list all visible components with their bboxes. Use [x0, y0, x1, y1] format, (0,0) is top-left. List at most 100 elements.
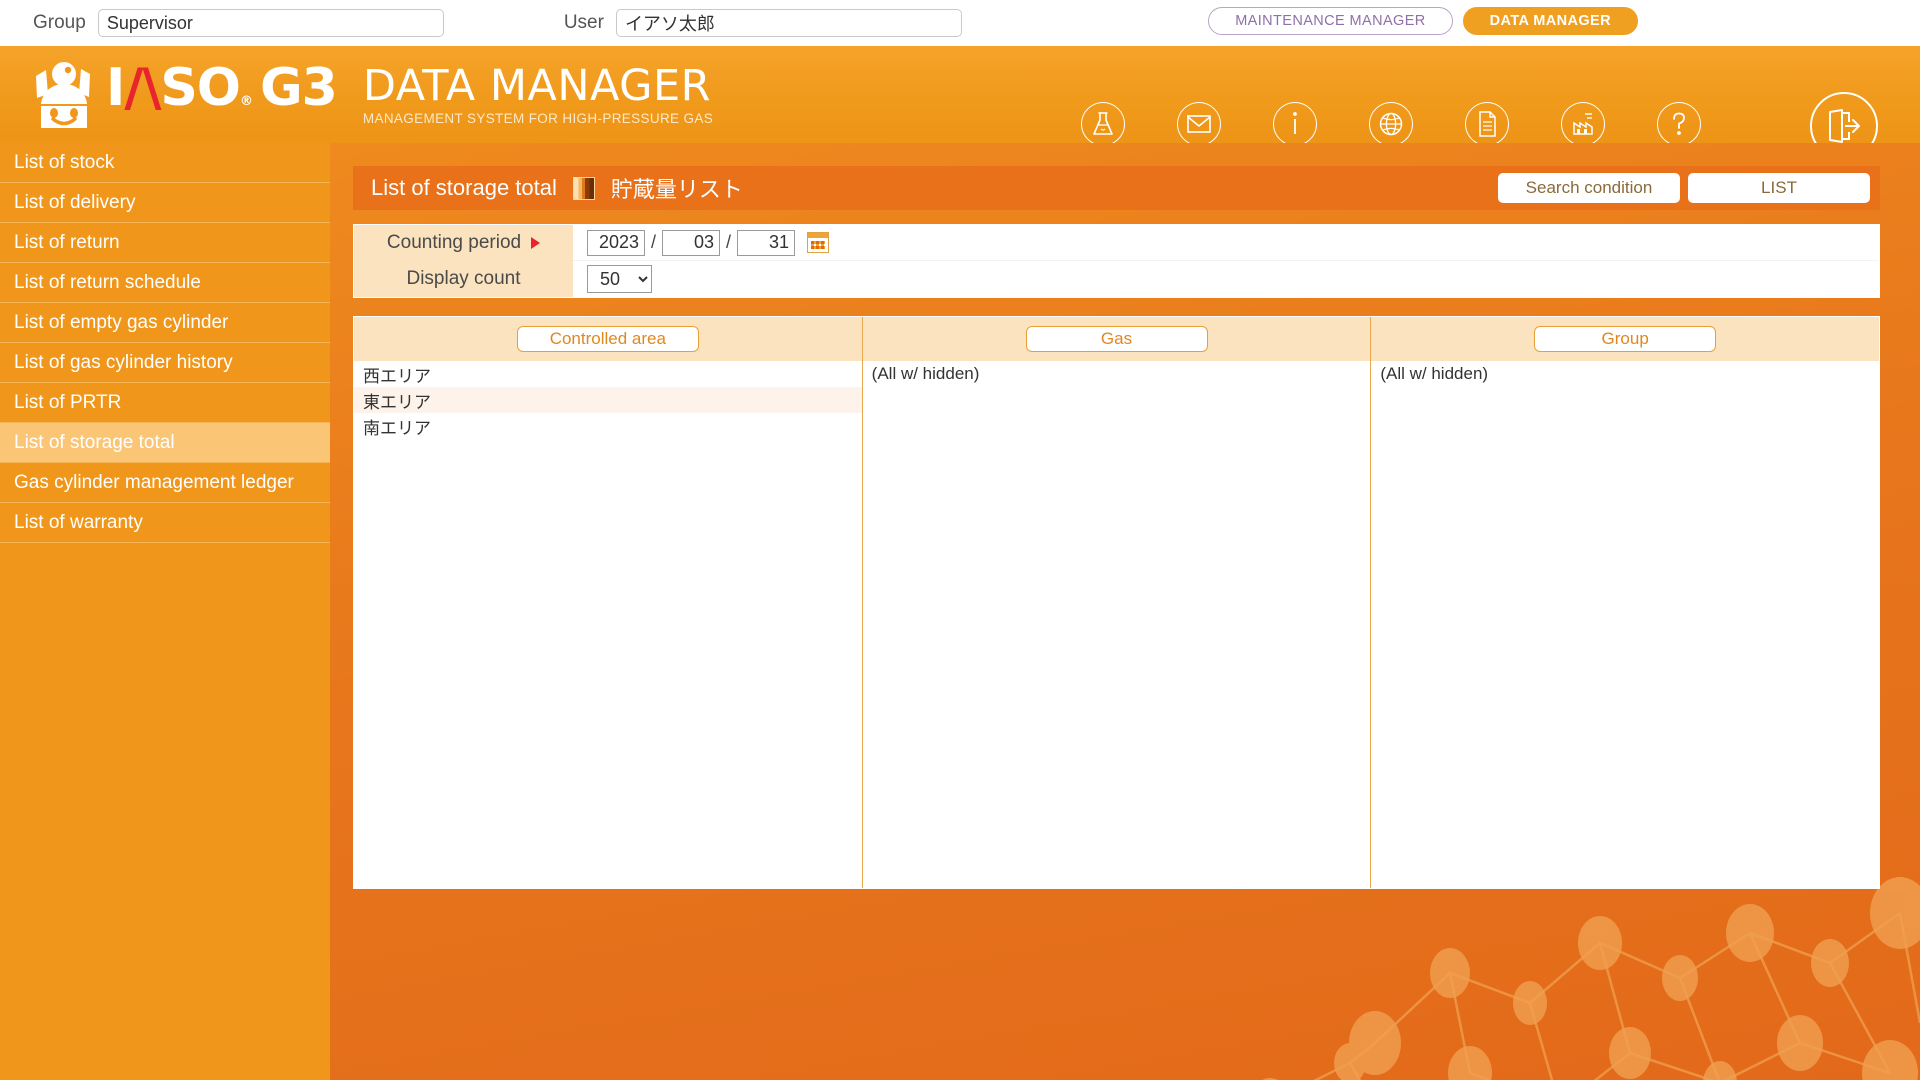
sidebar-item-list-of-warranty[interactable]: List of warranty — [0, 503, 330, 543]
header-button-sds[interactable]: SDS — [1439, 102, 1535, 143]
sidebar-item-label: List of empty gas cylinder — [14, 312, 228, 334]
header-button-info[interactable]: INFO — [1247, 102, 1343, 143]
question-icon — [1657, 102, 1701, 143]
sidebar-item-gas-cylinder-management-ledger[interactable]: Gas cylinder management ledger — [0, 463, 330, 503]
sidebar-item-list-of-empty-gas-cylinder[interactable]: List of empty gas cylinder — [0, 303, 330, 343]
info-icon — [1273, 102, 1317, 143]
list-button[interactable]: LIST — [1688, 173, 1870, 203]
search-condition-button[interactable]: Search condition — [1498, 173, 1680, 203]
page-title-jp: 貯蔵量リスト — [611, 172, 743, 204]
header-icon-bar: R7 MESSAGE INFO — [1055, 102, 1727, 143]
app-logo[interactable]: I/\SO®G3 — [28, 60, 337, 130]
document-icon — [1465, 102, 1509, 143]
header-button-help[interactable]: HELP — [1631, 102, 1727, 143]
sidebar-item-list-of-storage-total[interactable]: List of storage total — [0, 423, 330, 463]
sidebar-item-list-of-return-schedule[interactable]: List of return schedule — [0, 263, 330, 303]
role-switcher: MAINTENANCE MANAGER DATA MANAGER — [1208, 7, 1638, 35]
logo-wordmark: I/\SO®G3 — [106, 61, 337, 129]
header-button-prtr[interactable]: PRTR — [1535, 102, 1631, 143]
counting-period-label-cell: Counting period — [354, 225, 573, 261]
counting-period-month-input[interactable] — [662, 230, 720, 256]
sidebar-item-list-of-gas-cylinder-history[interactable]: List of gas cylinder history — [0, 343, 330, 383]
sidebar-item-list-of-prtr[interactable]: List of PRTR — [0, 383, 330, 423]
top-account-bar: Group User MAINTENANCE MANAGER DATA MANA… — [0, 0, 1920, 46]
sidebar-item-label: List of stock — [14, 152, 114, 174]
logo-slash: /\ — [124, 61, 160, 115]
display-count-row: Display count 102050100 — [354, 261, 1879, 297]
group-label: Group — [33, 12, 86, 34]
counting-period-row: Counting period / / — [354, 225, 1879, 261]
logout-door-arrow-icon — [1824, 108, 1864, 143]
header-button-message[interactable]: MESSAGE — [1151, 102, 1247, 143]
sidebar-item-list-of-return[interactable]: List of return — [0, 223, 330, 263]
results-table-body: 西エリア東エリア南エリア(All w/ hidden)(All w/ hidde… — [354, 361, 1879, 888]
calendar-icon[interactable] — [807, 232, 829, 253]
sidebar-item-label: List of gas cylinder history — [14, 352, 233, 374]
flask-icon — [1081, 102, 1125, 143]
sidebar-item-list-of-delivery[interactable]: List of delivery — [0, 183, 330, 223]
display-count-value-cell: 102050100 — [573, 265, 652, 293]
sidebar-item-list-of-stock[interactable]: List of stock — [0, 143, 330, 183]
logo-registered-mark: ® — [240, 75, 252, 129]
display-count-select[interactable]: 102050100 — [587, 265, 652, 293]
globe-icon — [1369, 102, 1413, 143]
column-header-cell: Group — [1371, 317, 1879, 361]
sidebar-item-label: List of PRTR — [14, 392, 121, 414]
red-triangle-required-icon — [531, 237, 540, 249]
sidebar-nav: List of stock List of delivery List of ret… — [0, 143, 330, 1080]
table-column: (All w/ hidden) — [1371, 361, 1879, 888]
main-content: List of storage total 貯蔵量リスト Search cond… — [330, 143, 1920, 1080]
sidebar-item-label: List of return schedule — [14, 272, 201, 294]
counting-period-day-input[interactable] — [737, 230, 795, 256]
counting-period-year-input[interactable] — [587, 230, 645, 256]
role-maintenance-manager[interactable]: MAINTENANCE MANAGER — [1208, 7, 1452, 35]
page-title-bar: List of storage total 貯蔵量リスト Search cond… — [353, 166, 1880, 210]
sidebar-item-label: Gas cylinder management ledger — [14, 472, 294, 494]
logo-so: SO — [160, 61, 240, 115]
group-input[interactable] — [98, 9, 444, 37]
page-subtitle: MANAGEMENT SYSTEM FOR HIGH-PRESSURE GAS — [363, 111, 713, 126]
sidebar-item-label: List of warranty — [14, 512, 143, 534]
column-header-cell: Controlled area — [354, 317, 863, 361]
app-header: I/\SO®G3 DATA MANAGER MANAGEMENT SYSTEM … — [0, 46, 1920, 143]
table-row[interactable]: (All w/ hidden) — [1371, 361, 1879, 387]
title-divider-icon — [573, 177, 595, 200]
column-header-cell: Gas — [863, 317, 1372, 361]
column-header-controlled-area[interactable]: Controlled area — [517, 326, 699, 352]
header-button-ghs[interactable]: GHS — [1343, 102, 1439, 143]
page-title-en: List of storage total — [371, 175, 557, 201]
table-row[interactable]: (All w/ hidden) — [863, 361, 1371, 387]
user-label: User — [564, 12, 604, 34]
search-form: Counting period / / Display count — [353, 224, 1880, 298]
page-title: DATA MANAGER — [363, 63, 713, 109]
display-count-label: Display count — [406, 268, 520, 290]
sidebar-item-label: List of return — [14, 232, 120, 254]
header-button-r7[interactable]: R7 — [1055, 102, 1151, 143]
logout-button[interactable] — [1810, 92, 1878, 143]
iaso-mascot-icon — [28, 60, 100, 130]
role-data-manager[interactable]: DATA MANAGER — [1463, 7, 1638, 35]
date-separator-2: / — [726, 232, 731, 253]
display-count-label-cell: Display count — [354, 261, 573, 297]
table-row[interactable]: 西エリア — [354, 361, 862, 387]
app-body: List of stock List of delivery List of ret… — [0, 143, 1920, 1080]
results-table-header: Controlled area Gas Group — [354, 317, 1879, 361]
table-column: 西エリア東エリア南エリア — [354, 361, 863, 888]
results-table: Controlled areaGasGroup 西エリア東エリア南エリア(All… — [353, 316, 1880, 889]
counting-period-value-cell: / / — [573, 230, 829, 256]
table-row[interactable]: 南エリア — [354, 413, 862, 439]
factory-icon — [1561, 102, 1605, 143]
logo-g3: G3 — [260, 61, 337, 115]
page-action-buttons: Search condition LIST — [1498, 173, 1870, 203]
table-column: (All w/ hidden) — [863, 361, 1372, 888]
date-separator-1: / — [651, 232, 656, 253]
column-header-group[interactable]: Group — [1534, 326, 1716, 352]
envelope-icon — [1177, 102, 1221, 143]
sidebar-item-label: List of delivery — [14, 192, 135, 214]
column-header-gas[interactable]: Gas — [1026, 326, 1208, 352]
user-input[interactable] — [616, 9, 962, 37]
counting-period-label: Counting period — [387, 232, 521, 254]
logo-letter-i: I — [106, 61, 124, 115]
table-row[interactable]: 東エリア — [354, 387, 862, 413]
sidebar-item-label: List of storage total — [14, 432, 175, 454]
